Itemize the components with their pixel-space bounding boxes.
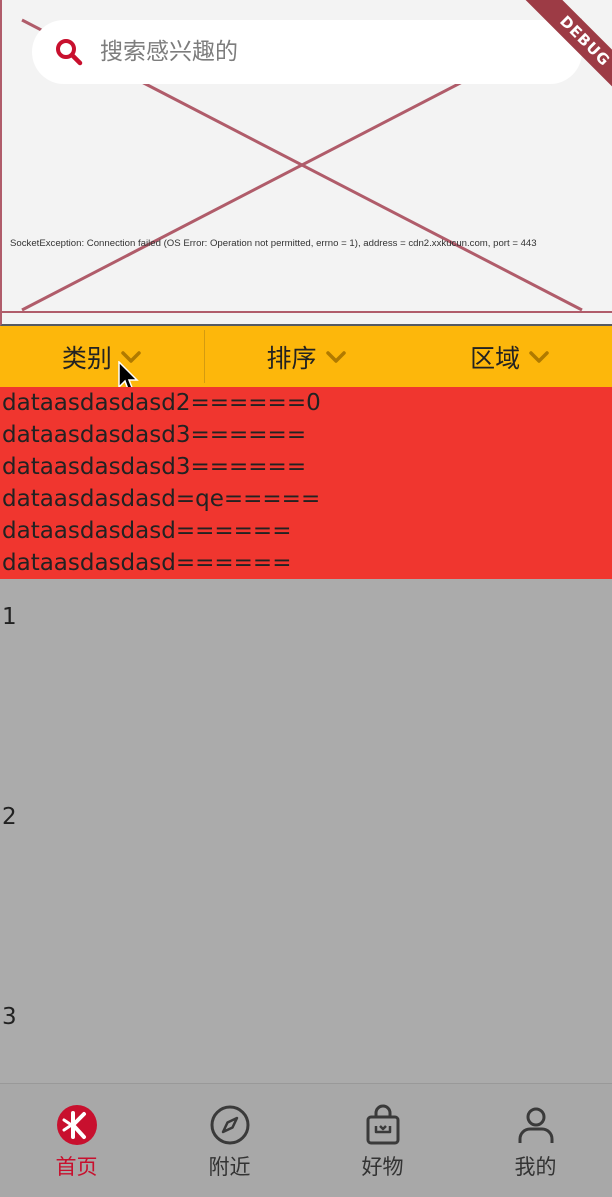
list-item[interactable]: dataasdasdasd=qe===== [0, 483, 612, 515]
filter-sort-label: 排序 [266, 343, 317, 373]
home-logo-icon [56, 1105, 97, 1145]
list-item[interactable]: dataasdasdasd====== [0, 515, 612, 547]
filter-category[interactable]: 类别 [0, 326, 204, 387]
list-item[interactable]: dataasdasdasd3====== [0, 419, 612, 451]
list-item[interactable]: dataasdasdasd3====== [0, 451, 612, 483]
list-item[interactable]: dataasdasdasd====== [0, 547, 612, 579]
search-icon [56, 39, 83, 66]
compass-icon [210, 1105, 249, 1145]
nav-item-profile[interactable]: 我的 [459, 1084, 612, 1197]
nav-item-goods[interactable]: 好物 [306, 1084, 459, 1197]
filter-region[interactable]: 区域 [408, 326, 612, 387]
bottom-nav: 首页 附近 好物 我的 [0, 1083, 612, 1197]
nav-label-home: 首页 [55, 1155, 98, 1179]
chevron-down-icon [325, 350, 346, 363]
nav-item-nearby[interactable]: 附近 [153, 1084, 306, 1197]
data-list: dataasdasdasd2======0 dataasdasdasd3====… [0, 387, 612, 579]
content-item-1[interactable]: 1 [2, 604, 17, 630]
chevron-down-icon [529, 350, 549, 363]
filter-bar: 类别 排序 区域 [0, 326, 612, 387]
shopping-bag-icon [366, 1104, 399, 1145]
debug-banner-label: DEBUG [522, 0, 612, 104]
nav-label-nearby: 附近 [208, 1155, 251, 1179]
person-icon [518, 1107, 553, 1143]
nav-label-goods: 好物 [361, 1155, 404, 1179]
filter-category-label: 类别 [61, 343, 112, 373]
search-input[interactable] [100, 39, 500, 65]
debug-banner: DEBUG [500, 0, 612, 112]
nav-label-profile: 我的 [514, 1155, 557, 1179]
filter-sort[interactable]: 排序 [205, 326, 409, 387]
list-item[interactable]: dataasdasdasd2======0 [0, 387, 612, 419]
filter-region-label: 区域 [470, 343, 521, 373]
image-error-text: SocketException: Connection failed (OS E… [10, 238, 537, 249]
content-item-2[interactable]: 2 [2, 804, 17, 830]
nav-item-home[interactable]: 首页 [0, 1084, 153, 1197]
content-item-3[interactable]: 3 [2, 1004, 17, 1030]
